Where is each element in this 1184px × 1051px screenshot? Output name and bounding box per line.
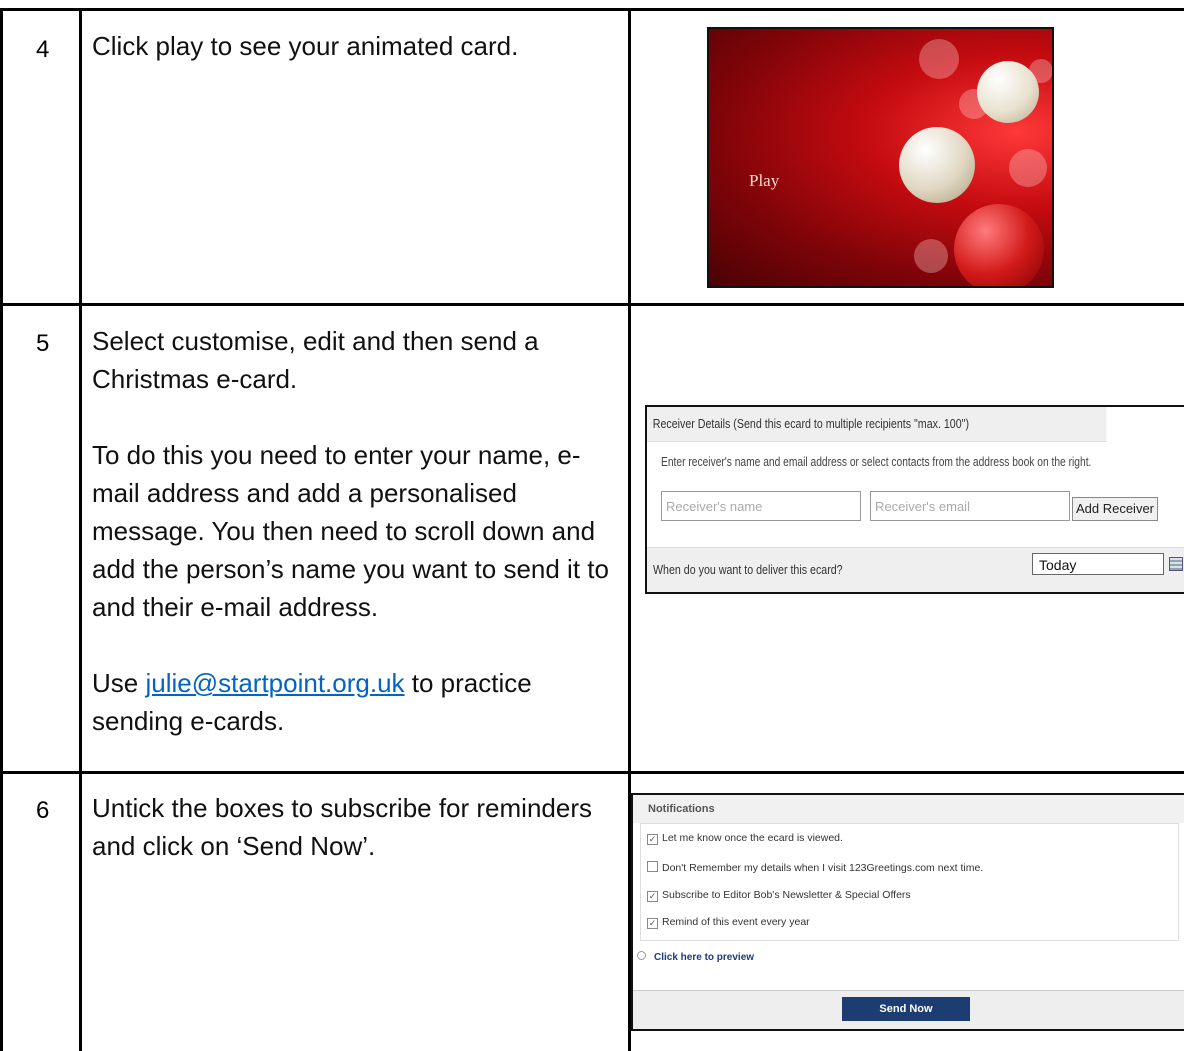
checkbox-unchecked-icon[interactable] — [647, 861, 658, 872]
preview-link[interactable]: Click here to preview — [637, 951, 754, 963]
preview-label: Click here to preview — [654, 952, 755, 963]
option-remind-event[interactable]: ✓ Remind of this event every year — [647, 916, 810, 929]
option-label: Don't Remember my details when I visit 1… — [662, 862, 984, 874]
notifications-options: ✓ Let me know once the ecard is viewed. D… — [640, 823, 1179, 941]
option-label: Subscribe to Editor Bob's Newsletter & S… — [662, 889, 911, 901]
ornament-white-large — [977, 61, 1039, 123]
row-4-text: Click play to see your animated card. — [92, 31, 519, 61]
bokeh-light — [1009, 149, 1047, 187]
row-6-number: 6 — [36, 797, 50, 824]
send-now-button[interactable]: Send Now — [842, 997, 970, 1021]
email-link[interactable]: julie@startpoint.org.uk — [145, 668, 404, 698]
checkbox-checked-icon[interactable]: ✓ — [647, 834, 658, 845]
column-divider-1 — [79, 8, 82, 1051]
option-label: Remind of this event every year — [662, 916, 810, 928]
send-footer: Send Now — [633, 990, 1184, 1029]
ornament-red — [954, 204, 1044, 286]
row-5-intro: Select customise, edit and then send a C… — [92, 326, 539, 394]
table-border-top — [0, 8, 1184, 11]
option-label: Let me know once the ecard is viewed. — [662, 832, 843, 844]
play-button[interactable]: Play — [749, 171, 779, 191]
notifications-panel: Notifications ✓ Let me know once the ecar… — [631, 793, 1184, 1031]
notifications-header: Notifications — [633, 795, 1184, 823]
ecard-preview[interactable]: Play — [707, 27, 1054, 288]
bokeh-light — [919, 39, 959, 79]
row-5-number: 5 — [36, 330, 50, 357]
delivery-section: When do you want to deliver this ecard? … — [647, 547, 1184, 592]
row-6-text: Untick the boxes to subscribe for remind… — [92, 793, 592, 861]
row-divider-1 — [0, 303, 1184, 306]
receiver-email-input[interactable]: Receiver's email — [870, 491, 1070, 521]
checkbox-checked-icon[interactable]: ✓ — [647, 891, 658, 902]
receiver-panel-hint: Enter receiver's name and email address … — [661, 455, 1092, 469]
row-4-number: 4 — [36, 36, 50, 63]
row-divider-2 — [0, 771, 1184, 774]
option-notify-viewed[interactable]: ✓ Let me know once the ecard is viewed. — [647, 832, 843, 845]
row-5-instructions: To do this you need to enter your name, … — [92, 440, 609, 622]
receiver-details-panel: Receiver Details (Send this ecard to mul… — [645, 405, 1184, 594]
checkbox-checked-icon[interactable]: ✓ — [647, 918, 658, 929]
practice-prefix: Use — [92, 668, 146, 698]
magnifier-icon — [637, 951, 646, 960]
delivery-date-field[interactable]: Today — [1032, 553, 1164, 575]
table-border-left — [0, 8, 3, 1051]
row-5-text: Select customise, edit and then send a C… — [92, 322, 620, 740]
receiver-name-input[interactable]: Receiver's name — [661, 491, 861, 521]
ornament-white-medium — [899, 127, 975, 203]
add-receiver-button[interactable]: Add Receiver — [1072, 497, 1158, 521]
row-5-practice: Use julie@startpoint.org.uk to practice … — [92, 664, 620, 740]
deliver-question: When do you want to deliver this ecard? — [653, 562, 843, 577]
bokeh-light — [914, 239, 948, 273]
calendar-icon[interactable] — [1169, 557, 1183, 571]
option-newsletter[interactable]: ✓ Subscribe to Editor Bob's Newsletter & … — [647, 889, 911, 902]
option-remember-details[interactable]: Don't Remember my details when I visit 1… — [647, 861, 983, 874]
receiver-panel-header: Receiver Details (Send this ecard to mul… — [647, 407, 1107, 442]
